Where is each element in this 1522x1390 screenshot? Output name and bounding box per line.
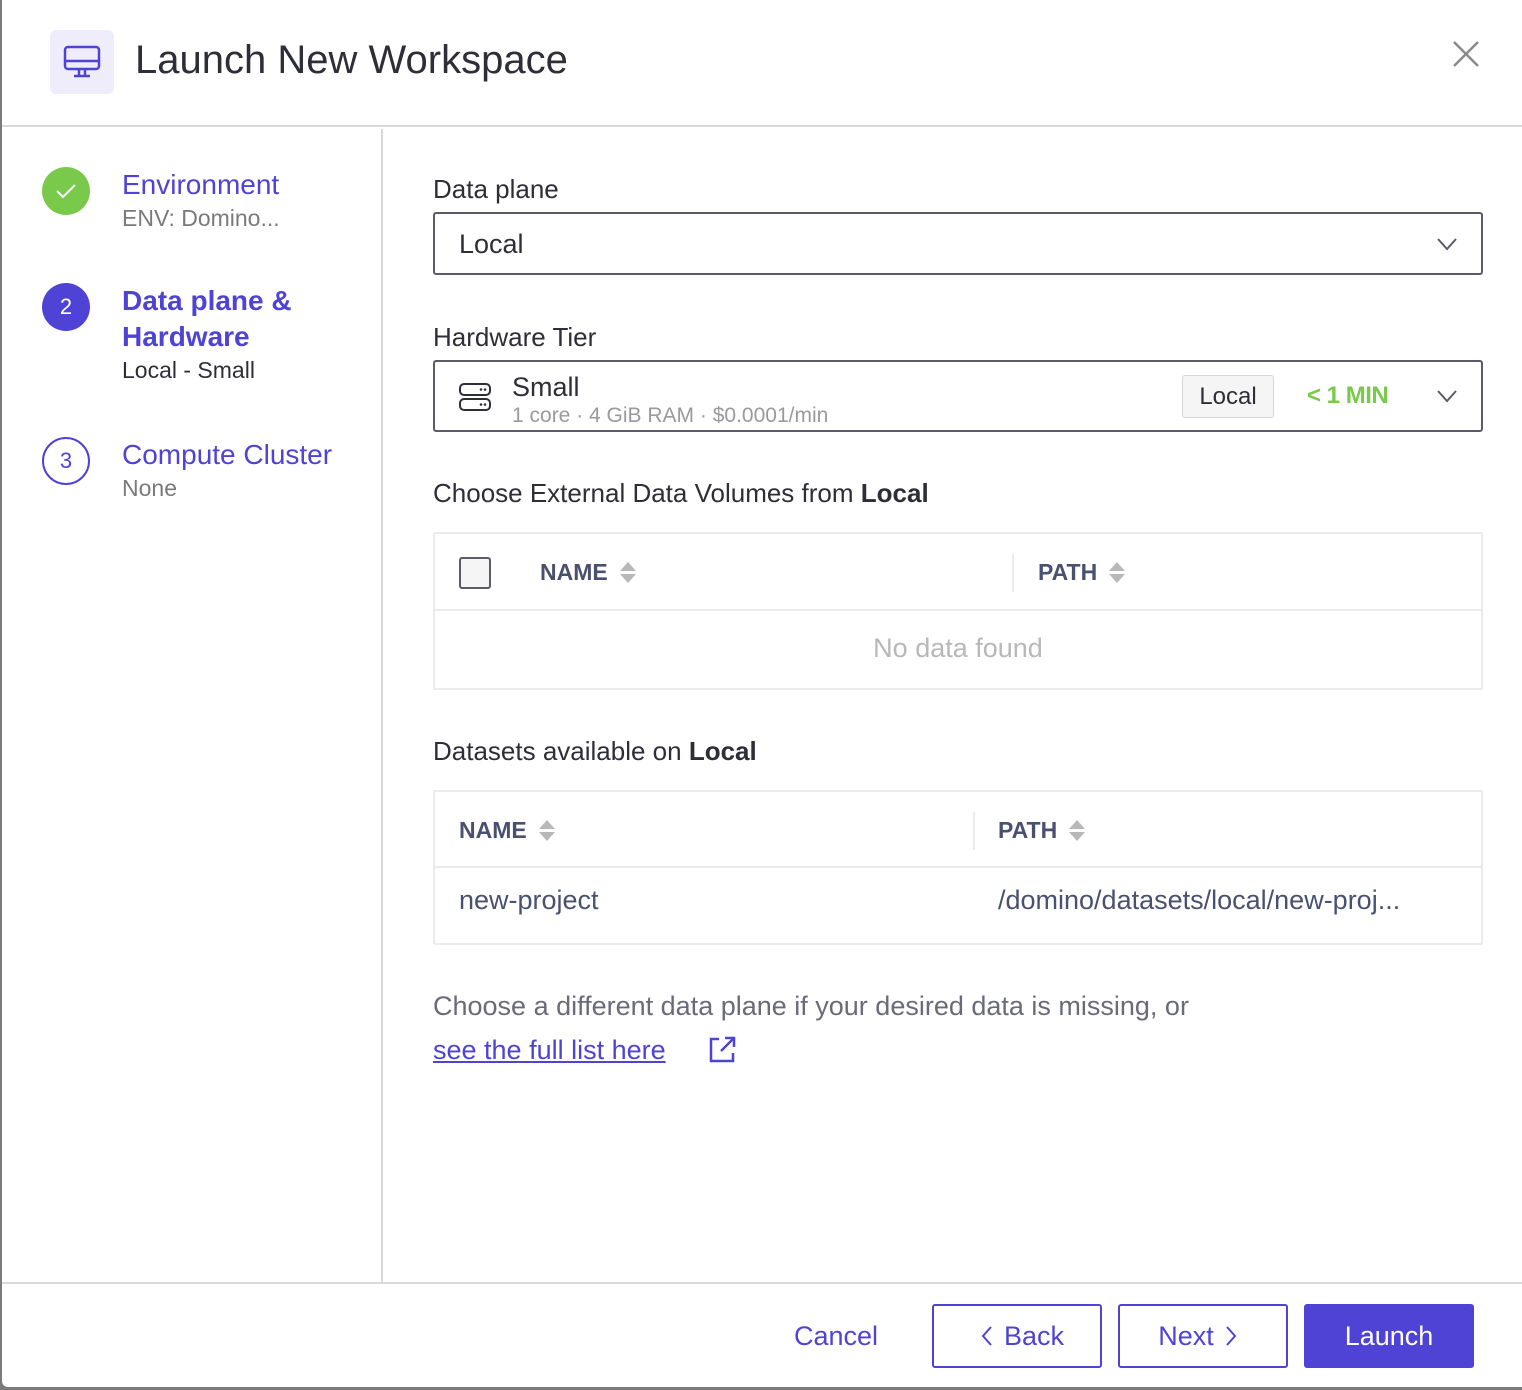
help-text: Choose a different data plane if your de… xyxy=(433,991,1189,1021)
column-label: PATH xyxy=(1038,559,1098,585)
step-subtitle: None xyxy=(122,475,177,501)
sort-icon xyxy=(538,819,555,841)
step-title-line1: Data plane & xyxy=(122,285,292,316)
startup-time-estimate: < 1 MIN xyxy=(1307,382,1389,409)
chevron-down-icon xyxy=(1437,238,1457,251)
data-plane-tag: Local xyxy=(1182,375,1274,418)
chevron-down-icon xyxy=(1437,390,1457,403)
table-header: NAME PATH xyxy=(435,792,1481,868)
header-icon-box xyxy=(50,30,114,94)
data-plane-select[interactable]: Local xyxy=(433,212,1483,275)
external-volumes-table: NAME PATH No data found xyxy=(433,532,1483,690)
datasets-table: NAME PATH new-project /domino/datasets/l… xyxy=(433,790,1483,945)
footer-divider xyxy=(2,1282,1522,1284)
hardware-tier-name: Small xyxy=(512,372,580,402)
cancel-button[interactable]: Cancel xyxy=(772,1304,900,1368)
column-header-name[interactable]: NAME xyxy=(540,534,636,611)
external-volumes-title-prefix: Choose External Data Volumes from xyxy=(433,478,861,508)
step-complete-indicator xyxy=(42,167,90,215)
sort-icon xyxy=(1069,819,1086,841)
sort-icon xyxy=(619,562,636,583)
step-title: Compute Cluster xyxy=(122,439,333,470)
step-title-line2: Hardware xyxy=(122,321,250,352)
next-button[interactable]: Next xyxy=(1118,1304,1288,1368)
chevron-left-icon xyxy=(981,1326,992,1346)
hardware-tier-label: Hardware Tier xyxy=(433,322,597,352)
external-volumes-title-plane: Local xyxy=(860,478,929,508)
hardware-tier-select[interactable]: Small 1 core · 4 GiB RAM · $0.0001/min L… xyxy=(433,360,1483,432)
server-icon xyxy=(459,383,491,411)
dataset-path: /domino/datasets/local/new-proj... xyxy=(998,885,1401,915)
step-title: Environment xyxy=(122,169,280,200)
cancel-label: Cancel xyxy=(793,1320,879,1351)
datasets-title: Datasets available on Local xyxy=(433,736,757,767)
step-subtitle: Local - Small xyxy=(122,357,255,383)
modal-title: Launch New Workspace xyxy=(135,38,568,82)
step-subtitle: ENV: Domino... xyxy=(122,205,280,231)
dataset-name: new-project xyxy=(459,885,599,915)
launch-workspace-modal: Launch New Workspace Environment ENV: Do… xyxy=(2,0,1522,1387)
launch-label: Launch xyxy=(1344,1320,1434,1351)
close-icon xyxy=(1453,41,1479,67)
modal-header: Launch New Workspace xyxy=(2,0,1522,127)
column-divider xyxy=(973,812,975,850)
next-label: Next xyxy=(1158,1320,1214,1351)
check-icon xyxy=(56,184,76,199)
wizard-steps: Environment ENV: Domino... 2 Data plane … xyxy=(2,129,383,1282)
column-label: PATH xyxy=(998,816,1058,843)
empty-state-text: No data found xyxy=(873,633,1043,663)
external-volumes-title: Choose External Data Volumes from Local xyxy=(433,478,929,509)
column-divider xyxy=(1012,554,1014,592)
monitor-icon xyxy=(63,45,101,78)
close-button[interactable] xyxy=(1450,38,1482,70)
full-list-link[interactable]: see the full list here xyxy=(433,1035,666,1066)
back-label: Back xyxy=(1003,1320,1065,1351)
select-all-checkbox[interactable] xyxy=(459,557,491,589)
column-label: NAME xyxy=(459,816,527,843)
external-link-icon[interactable] xyxy=(707,1035,737,1065)
sort-icon xyxy=(1109,562,1126,583)
column-header-name[interactable]: NAME xyxy=(459,792,555,868)
back-button[interactable]: Back xyxy=(932,1304,1102,1368)
column-label: NAME xyxy=(540,559,608,585)
step-number: 3 xyxy=(42,437,90,485)
column-header-path[interactable]: PATH xyxy=(998,792,1086,868)
table-header: NAME PATH xyxy=(435,534,1481,611)
column-header-path[interactable]: PATH xyxy=(1038,534,1126,611)
step-number: 2 xyxy=(42,283,90,331)
datasets-title-prefix: Datasets available on xyxy=(433,736,689,766)
launch-button[interactable]: Launch xyxy=(1304,1304,1474,1368)
datasets-title-plane: Local xyxy=(688,736,757,766)
chevron-right-icon xyxy=(1226,1326,1237,1346)
data-plane-label: Data plane xyxy=(433,174,559,204)
hardware-tier-spec: 1 core · 4 GiB RAM · $0.0001/min xyxy=(512,404,829,427)
data-plane-value: Local xyxy=(459,229,524,259)
